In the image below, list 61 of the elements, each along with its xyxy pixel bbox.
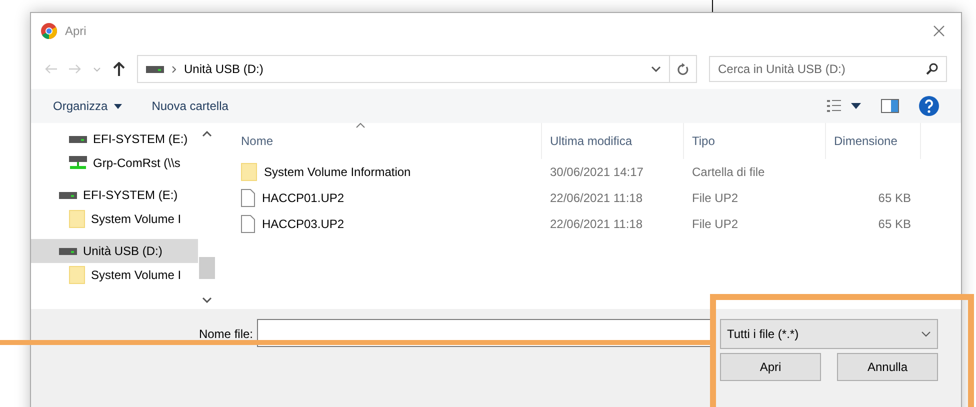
preview-pane-icon[interactable] <box>881 99 899 113</box>
network-drive-icon <box>69 155 87 171</box>
column-header[interactable]: Ultima modifica <box>542 123 684 159</box>
breadcrumb[interactable]: Unità USB (D:) <box>184 62 264 76</box>
file-type: File UP2 <box>691 191 740 205</box>
sidebar-item[interactable]: Unità USB (D:) <box>31 239 198 263</box>
folder-icon <box>69 210 85 228</box>
file-row[interactable]: HACCP01.UP2 22/06/2021 11:18 File UP2 65 KB <box>216 185 961 211</box>
sort-caret-icon <box>356 123 365 128</box>
up-arrow-icon[interactable] <box>113 62 125 76</box>
dropdown-icon <box>114 104 122 108</box>
drive-icon <box>69 134 87 144</box>
help-icon[interactable] <box>919 96 939 116</box>
sidebar-item[interactable]: System Volume I <box>31 207 198 231</box>
sidebar-item[interactable]: Grp-ComRst (\\s <box>31 151 198 175</box>
folder-icon <box>69 266 85 284</box>
file-type: File UP2 <box>691 217 740 231</box>
sidebar-item[interactable]: System Volume I <box>31 263 198 287</box>
file-name: HACCP03.UP2 <box>262 217 344 231</box>
file-row[interactable]: System Volume Information 30/06/2021 14:17 Cartella di file <box>216 159 961 185</box>
file-type: Cartella di file <box>691 165 766 179</box>
sidebar-item[interactable]: EFI-SYSTEM (E:) <box>31 127 198 151</box>
file-size: 65 KB <box>877 217 912 231</box>
file-name-label: Nome file: <box>198 327 254 341</box>
refresh-icon[interactable] <box>677 62 689 76</box>
drive-icon <box>59 190 77 200</box>
dropdown-icon <box>921 331 931 337</box>
window-title: Apri <box>65 24 88 38</box>
open-button[interactable]: Apri <box>720 353 821 381</box>
modified-date: 30/06/2021 14:17 <box>549 165 644 179</box>
new-folder-button[interactable]: Nuova cartella <box>152 99 228 113</box>
drive-icon <box>59 246 77 256</box>
search-icon[interactable] <box>926 63 938 75</box>
scrollbar-thumb[interactable] <box>199 257 215 279</box>
file-name: System Volume Information <box>264 165 411 179</box>
drive-icon <box>146 64 164 74</box>
folder-icon <box>241 163 257 181</box>
scroll-down-icon[interactable] <box>202 297 212 303</box>
address-bar[interactable]: Unità USB (D:) <box>137 55 697 83</box>
file-row[interactable]: HACCP03.UP2 22/06/2021 11:18 File UP2 65 KB <box>216 211 961 237</box>
chevron-icon <box>172 66 176 72</box>
organize-menu[interactable]: Organizza <box>53 99 122 113</box>
file-icon <box>241 189 255 207</box>
dropdown-icon[interactable] <box>651 66 661 72</box>
app-logo-icon <box>41 23 57 39</box>
column-header[interactable]: Dimensione <box>826 123 921 159</box>
file-size: 65 KB <box>877 191 912 205</box>
close-icon[interactable] <box>933 24 945 36</box>
cancel-button[interactable]: Annulla <box>837 353 938 381</box>
sidebar-item[interactable]: EFI-SYSTEM (E:) <box>31 183 198 207</box>
search-field[interactable]: Cerca in Unità USB (D:) <box>709 56 947 82</box>
leader-line <box>712 0 713 12</box>
view-options-icon[interactable] <box>827 100 861 112</box>
column-header[interactable]: Tipo <box>684 123 826 159</box>
scroll-up-icon[interactable] <box>202 131 212 137</box>
modified-date: 22/06/2021 11:18 <box>549 191 644 205</box>
file-icon <box>241 215 255 233</box>
file-name: HACCP01.UP2 <box>262 191 344 205</box>
file-type-dropdown[interactable]: Tutti i file (*.*) <box>720 319 938 349</box>
column-header[interactable]: Nome <box>216 123 542 159</box>
modified-date: 22/06/2021 11:18 <box>549 217 644 231</box>
